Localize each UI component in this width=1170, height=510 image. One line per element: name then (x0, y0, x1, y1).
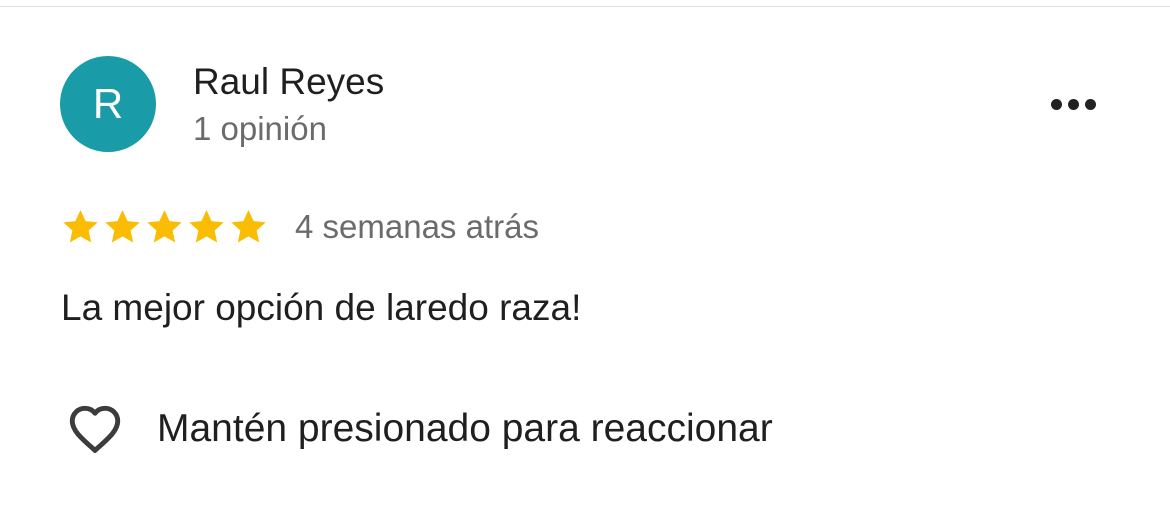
avatar[interactable]: R (60, 56, 156, 152)
author-review-count: 1 opinión (193, 110, 327, 147)
heart-outline-icon (69, 405, 121, 453)
review-time: 4 semanas atrás (295, 208, 539, 245)
more-options-button[interactable] (1040, 84, 1106, 124)
avatar-initial: R (92, 80, 124, 127)
react-button[interactable]: Mantén presionado para reaccionar (62, 396, 773, 462)
review-text: La mejor opción de laredo raza! (61, 287, 582, 328)
star-icon (147, 210, 182, 243)
more-horizontal-icon-dot-2 (1067, 98, 1079, 110)
star-icon (105, 210, 140, 243)
author-name[interactable]: Raul Reyes (193, 60, 384, 104)
more-horizontal-icon (1050, 98, 1062, 110)
react-label: Mantén presionado para reaccionar (157, 407, 773, 450)
star-rating (60, 205, 269, 249)
star-icon (189, 210, 224, 243)
star-icon (63, 210, 98, 243)
top-divider (0, 6, 1170, 7)
star-icon (231, 210, 266, 243)
more-horizontal-icon-dot-3 (1084, 98, 1096, 110)
